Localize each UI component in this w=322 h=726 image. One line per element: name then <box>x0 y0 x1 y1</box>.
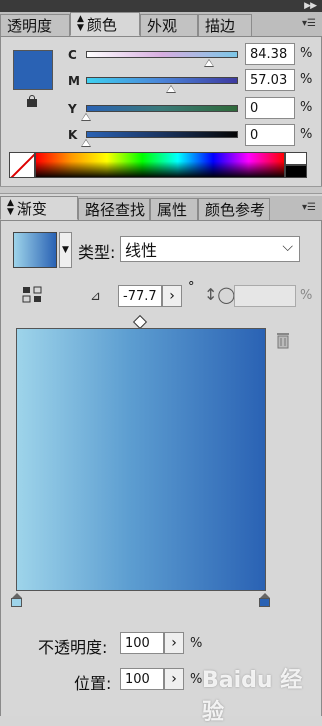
delete-stop-trash-icon[interactable] <box>276 331 290 349</box>
black-slider-thumb[interactable] <box>81 139 91 147</box>
location-input[interactable]: 100 <box>120 668 164 690</box>
collapse-arrows-icon[interactable]: ▶▶ <box>304 2 317 11</box>
tab-appearance[interactable]: 外观 <box>140 14 198 36</box>
panel-divider <box>0 186 322 194</box>
trash-graphic <box>277 333 289 349</box>
none-swatch[interactable] <box>9 152 35 178</box>
black-slider[interactable] <box>86 131 238 138</box>
none-slash-icon <box>10 153 34 177</box>
fill-color-swatch[interactable] <box>13 50 53 90</box>
aspect-ratio-icon: ↕◯ <box>204 285 236 304</box>
panel-menu-icon[interactable]: ▾☰ <box>302 18 316 29</box>
magenta-slider-thumb[interactable] <box>166 85 176 93</box>
yellow-input[interactable]: 0 <box>245 97 295 119</box>
tab-label: 外观 <box>147 17 178 35</box>
baidu-watermark: Baidu 经验 <box>202 668 303 725</box>
expand-arrows-icon: ▲ ▼ <box>7 198 14 217</box>
gradient-stop-start[interactable] <box>11 593 22 607</box>
angle-unit: ° <box>188 280 195 295</box>
reverse-gradient-icon[interactable] <box>22 285 44 305</box>
color-panel-tabs: 透明度 ▲ ▼ 颜色 外观 描边 ▾☰ <box>0 12 322 37</box>
magenta-label: M <box>68 74 80 88</box>
location-unit: % <box>190 672 203 687</box>
black-swatch[interactable] <box>285 165 307 178</box>
tab-label: 颜色 <box>86 15 117 34</box>
black-label: K <box>68 128 78 142</box>
gradient-panel-tabs: ▲ ▼ 渐变 路径查找 属性 颜色参考 ▾☰ <box>0 196 322 221</box>
yellow-label: Y <box>68 102 77 116</box>
cyan-label: C <box>68 48 77 62</box>
tab-label: 描边 <box>205 17 236 35</box>
reverse-icon-graphic <box>22 286 42 303</box>
cyan-unit: % <box>300 46 313 61</box>
tab-gradient[interactable]: ▲ ▼ 渐变 <box>0 196 78 220</box>
angle-input[interactable]: -77.7 <box>118 285 162 307</box>
yellow-unit: % <box>300 100 313 115</box>
expand-arrows-icon: ▲ ▼ <box>77 14 84 33</box>
cyan-input[interactable]: 84.38 <box>245 43 295 65</box>
tab-stroke[interactable]: 描边 <box>198 14 252 36</box>
white-swatch[interactable] <box>285 152 307 165</box>
tab-label: 渐变 <box>16 199 47 218</box>
yellow-slider[interactable] <box>86 105 238 112</box>
tab-pathfinder[interactable]: 路径查找 <box>78 198 150 220</box>
gradient-slider-preview[interactable] <box>16 328 266 591</box>
tab-color[interactable]: ▲ ▼ 颜色 <box>70 12 140 36</box>
cyan-slider[interactable] <box>86 51 238 58</box>
aspect-ratio-unit: % <box>300 288 313 303</box>
panel-menu-icon[interactable]: ▾☰ <box>302 202 316 213</box>
location-label: 位置: <box>74 674 112 693</box>
opacity-input[interactable]: 100 <box>120 632 164 654</box>
tab-attributes[interactable]: 属性 <box>150 198 198 220</box>
type-value: 线性 <box>125 241 158 260</box>
magenta-unit: % <box>300 72 313 87</box>
opacity-unit: % <box>190 636 203 651</box>
chevron-down-icon: ⌵ <box>282 239 293 255</box>
out-of-gamut-icon[interactable] <box>27 95 37 107</box>
tab-transparency[interactable]: 透明度 <box>0 14 70 36</box>
magenta-input[interactable]: 57.03 <box>245 69 295 91</box>
cyan-slider-thumb[interactable] <box>204 59 214 67</box>
type-label: 类型: <box>78 243 116 262</box>
color-spectrum[interactable] <box>35 152 285 178</box>
black-input[interactable]: 0 <box>245 124 295 146</box>
aspect-ratio-input[interactable] <box>234 285 296 307</box>
black-unit: % <box>300 127 313 142</box>
tab-label: 属性 <box>157 201 188 219</box>
tab-label: 颜色参考 <box>205 201 266 219</box>
yellow-slider-thumb[interactable] <box>81 113 91 121</box>
type-select[interactable]: 线性 ⌵ <box>120 236 300 262</box>
opacity-label: 不透明度: <box>38 638 108 657</box>
gradient-presets-dropdown[interactable]: ▼ <box>59 232 72 268</box>
opacity-dropdown-button[interactable]: › <box>164 632 184 654</box>
angle-dropdown-button[interactable]: › <box>162 285 182 307</box>
gradient-swatch-preview[interactable] <box>13 232 57 268</box>
location-dropdown-button[interactable]: › <box>164 668 184 690</box>
magenta-slider[interactable] <box>86 77 238 84</box>
gradient-stop-end[interactable] <box>259 593 270 607</box>
angle-icon: ⊿ <box>90 289 101 304</box>
tab-label: 透明度 <box>7 17 53 35</box>
panel-dock-header: ▶▶ <box>0 0 322 12</box>
tab-color-guide[interactable]: 颜色参考 <box>198 198 270 220</box>
tab-label: 路径查找 <box>85 201 146 219</box>
